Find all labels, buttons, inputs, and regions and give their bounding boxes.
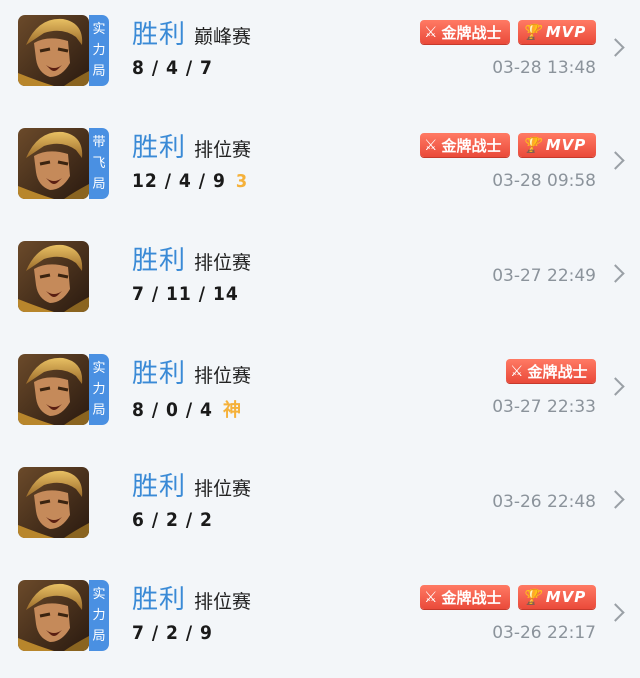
match-row[interactable]: 实力局 胜利 巅峰赛 8 / 4 / 7 ⚔ 金牌战士 🏆 MVP 03-28 13:48 bbox=[0, 0, 640, 113]
match-type-tag-char: 局 bbox=[92, 629, 106, 644]
match-row[interactable]: 带飞局 胜利 排位赛 12 / 4 / 9 3 ⚔ 金牌战士 🏆 MVP 03-28 09:58 bbox=[0, 113, 640, 226]
match-type-tag-char: 实 bbox=[92, 361, 106, 376]
trophy-icon: 🏆 bbox=[522, 136, 542, 154]
match-time: 03-28 09:58 bbox=[492, 171, 596, 191]
match-type-tag-char: 力 bbox=[92, 382, 106, 397]
game-mode: 排位赛 bbox=[194, 591, 252, 613]
match-type-tag: 带飞局 bbox=[89, 128, 109, 199]
mvp-badge: 🏆 MVP bbox=[518, 20, 596, 44]
badge-label: 金牌战士 bbox=[441, 23, 502, 42]
badge-label: 金牌战士 bbox=[527, 362, 588, 381]
badge-group: ⚔ 金牌战士 🏆 MVP bbox=[420, 133, 596, 157]
match-result: 胜利 bbox=[132, 246, 187, 276]
match-row[interactable]: 胜利 排位赛 6 / 2 / 2 03-26 22:48 bbox=[0, 452, 640, 565]
kda-text: 7 / 11 / 14 bbox=[132, 283, 239, 305]
match-result: 胜利 bbox=[132, 20, 187, 50]
game-mode: 排位赛 bbox=[194, 139, 252, 161]
kda-score: 7 / 2 / 9 bbox=[132, 622, 213, 644]
match-type-tag-char: 局 bbox=[92, 403, 106, 418]
badge-label: MVP bbox=[545, 588, 587, 606]
hero-avatar bbox=[18, 354, 89, 425]
match-type-tag-char: 带 bbox=[92, 135, 106, 150]
gold-warrior-badge: ⚔ 金牌战士 bbox=[506, 359, 596, 383]
match-time: 03-28 13:48 bbox=[492, 58, 596, 78]
hero-avatar bbox=[18, 467, 89, 538]
badge-group: ⚔ 金牌战士 🏆 MVP bbox=[420, 585, 596, 609]
kda-score: 7 / 11 / 14 bbox=[132, 283, 239, 305]
kda-score: 6 / 2 / 2 bbox=[132, 509, 213, 531]
sword-icon: ⚔ bbox=[424, 588, 438, 606]
trophy-icon: 🏆 bbox=[522, 588, 542, 606]
hero-avatar bbox=[18, 128, 89, 199]
sword-icon: ⚔ bbox=[510, 362, 524, 380]
match-type-tag-char: 实 bbox=[92, 22, 106, 37]
match-type-tag: 实力局 bbox=[89, 354, 109, 425]
match-time: 03-26 22:48 bbox=[492, 492, 596, 512]
mvp-badge: 🏆 MVP bbox=[518, 133, 596, 157]
game-mode: 排位赛 bbox=[194, 365, 252, 387]
match-type-tag-char: 力 bbox=[92, 608, 106, 623]
achievement-mark: 3 bbox=[235, 171, 249, 192]
match-time: 03-27 22:33 bbox=[492, 397, 596, 417]
kda-text: 12 / 4 / 9 bbox=[132, 170, 226, 192]
match-result: 胜利 bbox=[132, 585, 187, 615]
badge-label: 金牌战士 bbox=[441, 588, 502, 607]
hero-avatar bbox=[18, 241, 89, 312]
match-type-tag-char: 局 bbox=[92, 64, 106, 79]
match-row[interactable]: 实力局 胜利 排位赛 7 / 2 / 9 ⚔ 金牌战士 🏆 MVP 03-26 22:17 bbox=[0, 565, 640, 678]
chevron-right-icon[interactable] bbox=[606, 264, 625, 283]
game-mode: 排位赛 bbox=[194, 252, 252, 274]
chevron-right-icon[interactable] bbox=[606, 377, 625, 396]
achievement-mark: 神 bbox=[222, 400, 242, 421]
game-mode: 排位赛 bbox=[194, 478, 252, 500]
gold-warrior-badge: ⚔ 金牌战士 bbox=[420, 585, 510, 609]
match-history-list: 实力局胜利 巅峰赛 8 / 4 / 7 ⚔ 金牌战士 🏆 MVP 03-28 13:48 带飞局… bbox=[0, 0, 640, 654]
badge-label: MVP bbox=[545, 136, 587, 154]
chevron-right-icon[interactable] bbox=[606, 603, 625, 622]
match-result: 胜利 bbox=[132, 359, 187, 389]
badge-group: ⚔ 金牌战士 🏆 MVP bbox=[420, 20, 596, 44]
sword-icon: ⚔ bbox=[424, 136, 438, 154]
match-type-tag: 实力局 bbox=[89, 15, 109, 86]
match-result: 胜利 bbox=[132, 133, 187, 163]
mvp-badge: 🏆 MVP bbox=[518, 585, 596, 609]
hero-avatar bbox=[18, 580, 89, 651]
chevron-right-icon[interactable] bbox=[606, 38, 625, 57]
kda-score: 12 / 4 / 9 3 bbox=[132, 170, 248, 192]
trophy-icon: 🏆 bbox=[522, 23, 542, 41]
kda-text: 8 / 4 / 7 bbox=[132, 57, 213, 79]
badge-label: 金牌战士 bbox=[441, 136, 502, 155]
match-row[interactable]: 实力局 胜利 排位赛 8 / 0 / 4 神 ⚔ 金牌战士 03-27 22:33 bbox=[0, 339, 640, 452]
match-time: 03-27 22:49 bbox=[492, 266, 596, 286]
kda-text: 7 / 2 / 9 bbox=[132, 622, 213, 644]
match-type-tag-char: 飞 bbox=[92, 156, 106, 171]
match-type-tag-char: 局 bbox=[92, 177, 106, 192]
hero-avatar bbox=[18, 15, 89, 86]
match-time: 03-26 22:17 bbox=[492, 623, 596, 643]
kda-score: 8 / 0 / 4 神 bbox=[132, 396, 242, 422]
kda-text: 8 / 0 / 4 bbox=[132, 399, 213, 421]
sword-icon: ⚔ bbox=[424, 23, 438, 41]
badge-group: ⚔ 金牌战士 bbox=[506, 359, 596, 383]
badge-label: MVP bbox=[545, 23, 587, 41]
gold-warrior-badge: ⚔ 金牌战士 bbox=[420, 133, 510, 157]
chevron-right-icon[interactable] bbox=[606, 151, 625, 170]
match-type-tag-char: 力 bbox=[92, 43, 106, 58]
kda-score: 8 / 4 / 7 bbox=[132, 57, 213, 79]
gold-warrior-badge: ⚔ 金牌战士 bbox=[420, 20, 510, 44]
match-type-tag-char: 实 bbox=[92, 587, 106, 602]
kda-text: 6 / 2 / 2 bbox=[132, 509, 213, 531]
chevron-right-icon[interactable] bbox=[606, 490, 625, 509]
match-type-tag: 实力局 bbox=[89, 580, 109, 651]
game-mode: 巅峰赛 bbox=[194, 26, 252, 48]
match-row[interactable]: 胜利 排位赛 7 / 11 / 14 03-27 22:49 bbox=[0, 226, 640, 339]
match-result: 胜利 bbox=[132, 472, 187, 502]
